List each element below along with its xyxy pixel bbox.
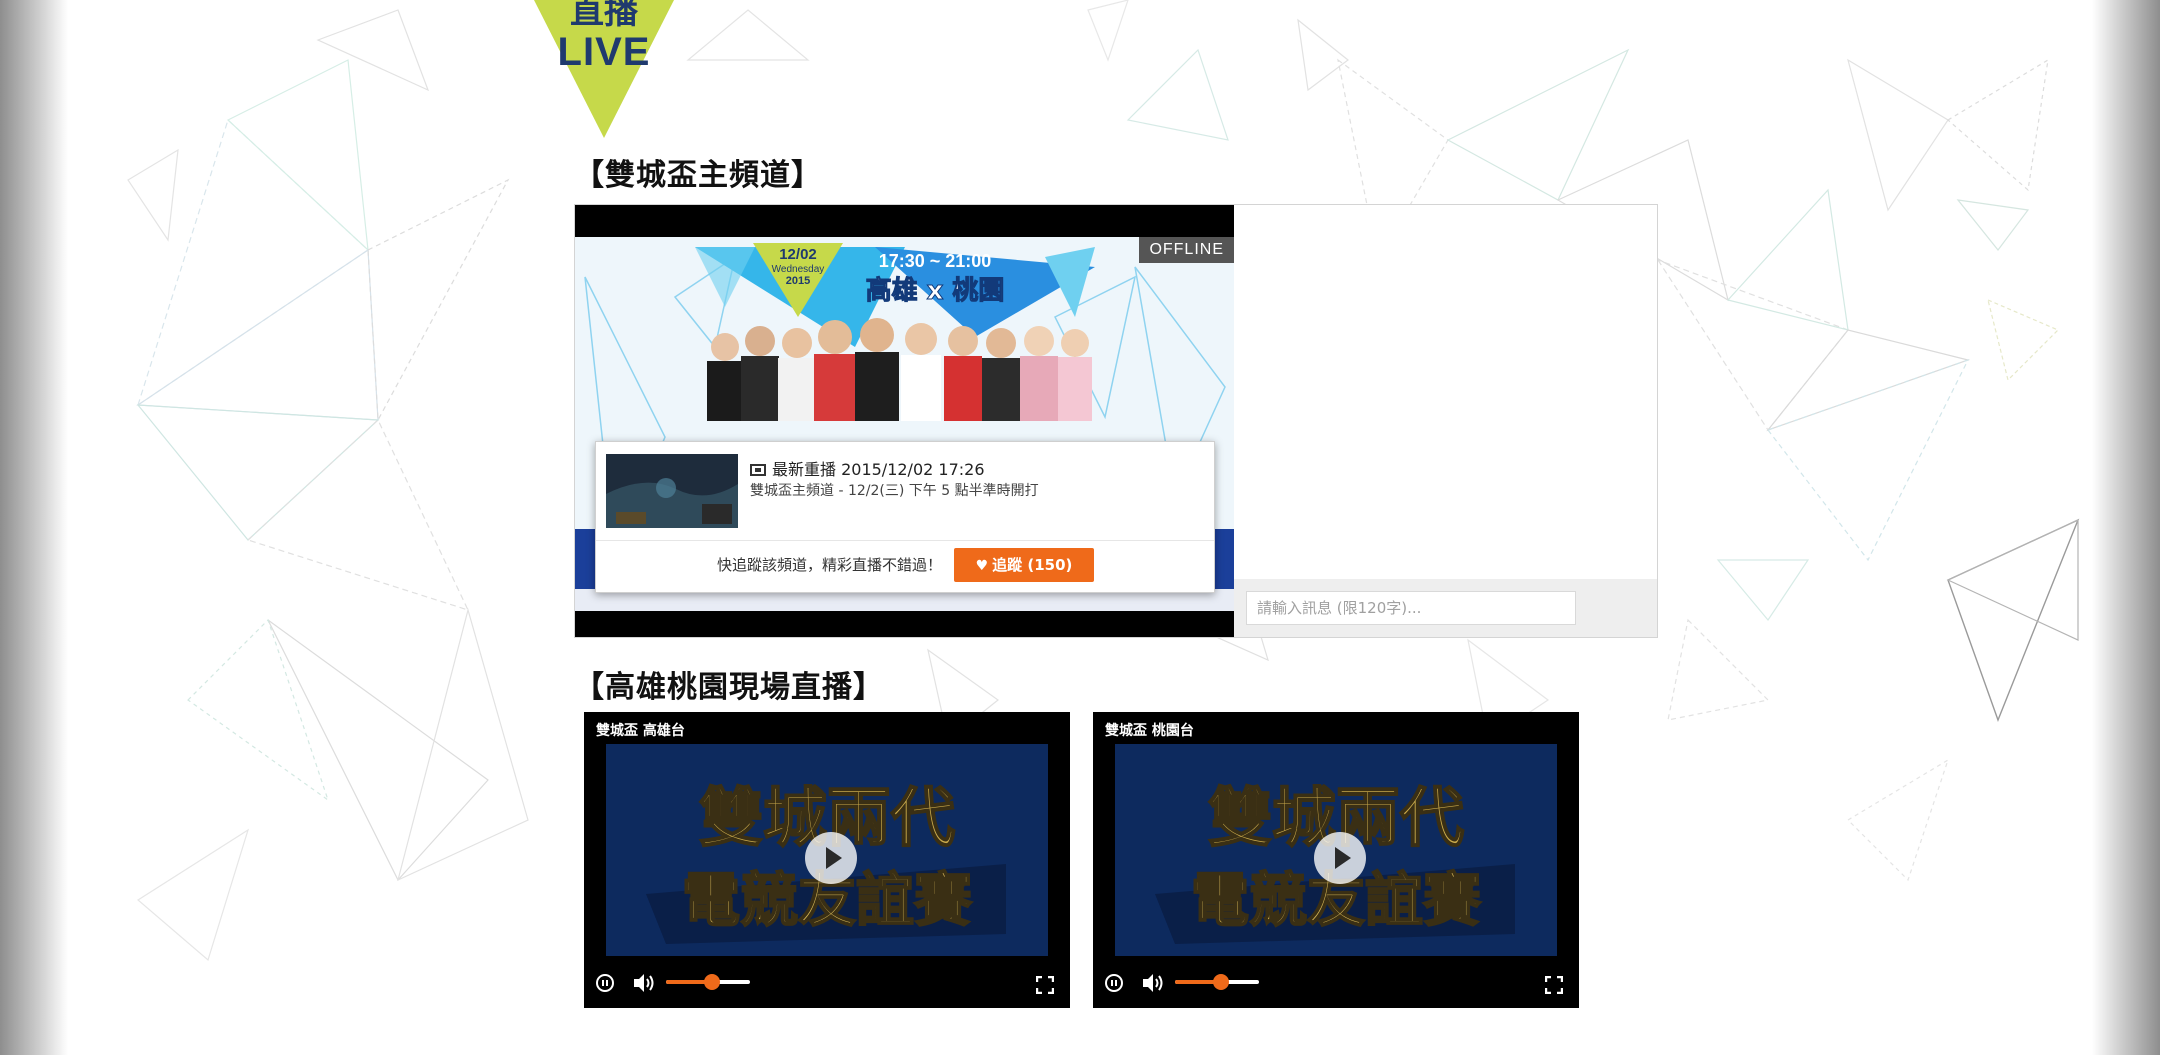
- rerun-thumbnail[interactable]: [606, 454, 738, 528]
- banner-date: 12/02: [779, 246, 817, 263]
- banner-time: 17:30 ~ 21:00: [879, 251, 992, 271]
- volume-slider-knob[interactable]: [704, 974, 721, 990]
- banner-year: 2015: [786, 275, 810, 287]
- popup-divider: [596, 540, 1214, 541]
- banner-headline: 高雄 x 桃園: [866, 275, 1005, 306]
- offline-status-tag: OFFLINE: [1139, 237, 1234, 263]
- chat-panel: [1234, 205, 1657, 637]
- play-button-icon[interactable]: [805, 832, 857, 884]
- chat-footer: [1234, 579, 1657, 637]
- chat-message-input[interactable]: [1246, 591, 1576, 625]
- venue-video-poster[interactable]: 雙城兩代 電競友誼賽: [1115, 744, 1557, 956]
- venue-player-taoyuan[interactable]: 雙城盃 桃園台 雙城兩代 電競友誼賽: [1093, 712, 1579, 1008]
- live-badge: 直播 LIVE: [534, 0, 674, 138]
- live-badge-text: LIVE: [557, 30, 651, 74]
- venue-video-poster[interactable]: 雙城兩代 電競友誼賽: [606, 744, 1048, 956]
- volume-slider-knob[interactable]: [1213, 974, 1230, 990]
- volume-icon[interactable]: [1141, 972, 1165, 994]
- rerun-description[interactable]: 雙城盃主頻道 - 12/2(三) 下午 5 點半準時開打: [750, 480, 1039, 500]
- page: 直播 LIVE 【雙城盃主頻道】 12/02 Wednesday 2015 17…: [68, 0, 2092, 1055]
- main-player[interactable]: 12/02 Wednesday 2015 17:30 ~ 21:00 高雄 x …: [575, 205, 1234, 637]
- pause-icon[interactable]: [596, 974, 614, 992]
- volume-slider[interactable]: [666, 974, 750, 990]
- fullscreen-icon[interactable]: [1545, 976, 1563, 994]
- main-channel-title: 【雙城盃主頻道】: [574, 158, 822, 193]
- venue-section-title: 【高雄桃園現場直播】: [574, 670, 884, 705]
- volume-icon[interactable]: [632, 972, 656, 994]
- play-button-icon[interactable]: [1314, 832, 1366, 884]
- fullscreen-icon[interactable]: [1036, 976, 1054, 994]
- follow-prompt: 快追蹤該頻道，精彩直播不錯過！: [716, 556, 942, 574]
- player-controls: [584, 964, 1070, 1008]
- venue-player-label: 雙城盃 高雄台: [596, 723, 685, 739]
- rerun-label: 最新重播 2015/12/02 17:26: [772, 460, 985, 479]
- venue-player-label: 雙城盃 桃園台: [1105, 723, 1194, 739]
- volume-slider[interactable]: [1175, 974, 1259, 990]
- heart-icon: ♥: [975, 558, 989, 574]
- follow-button-label: 追蹤 (150): [992, 556, 1073, 574]
- pause-icon[interactable]: [1105, 974, 1123, 992]
- follow-button[interactable]: ♥ 追蹤 (150): [954, 548, 1094, 582]
- live-badge-chinese: 直播: [570, 0, 638, 32]
- page-shell: 直播 LIVE 【雙城盃主頻道】 12/02 Wednesday 2015 17…: [0, 0, 2160, 1055]
- rerun-title[interactable]: 最新重播 2015/12/02 17:26: [750, 456, 985, 480]
- venue-player-kaohsiung[interactable]: 雙城盃 高雄台 雙城兩代 電競友誼賽: [584, 712, 1070, 1008]
- main-channel-box: 12/02 Wednesday 2015 17:30 ~ 21:00 高雄 x …: [574, 204, 1658, 638]
- player-controls: [1093, 964, 1579, 1008]
- rerun-popup: 最新重播 2015/12/02 17:26 雙城盃主頻道 - 12/2(三) 下…: [595, 441, 1215, 593]
- banner-weekday: Wednesday: [772, 264, 825, 275]
- film-icon: [750, 464, 766, 476]
